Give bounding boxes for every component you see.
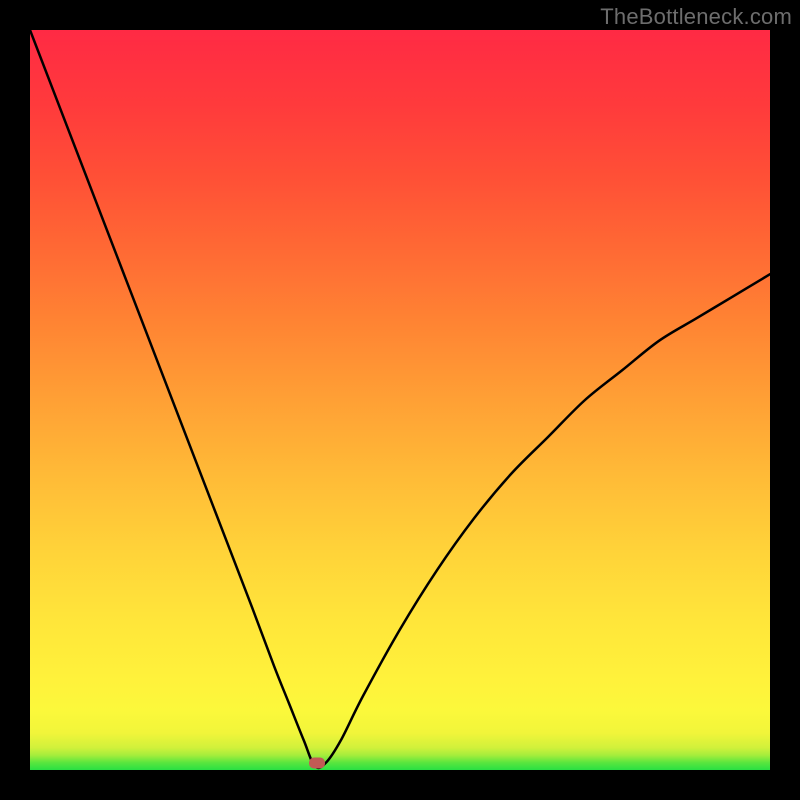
chart-frame: TheBottleneck.com: [0, 0, 800, 800]
bottleneck-curve-path: [30, 30, 770, 768]
watermark-text: TheBottleneck.com: [600, 4, 792, 30]
optimum-marker: [309, 757, 325, 768]
plot-area: [30, 30, 770, 770]
curve-svg: [30, 30, 770, 770]
